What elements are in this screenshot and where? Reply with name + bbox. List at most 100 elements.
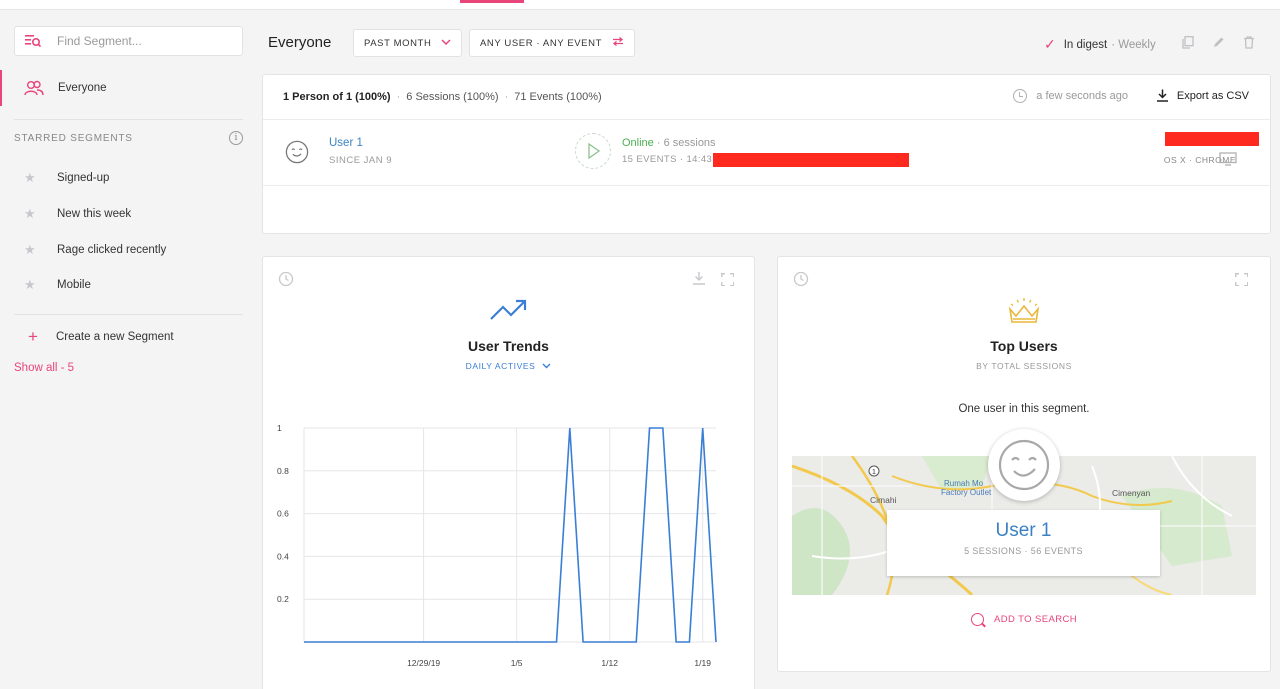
session-status: Online · 6 sessions — [622, 137, 716, 149]
last-updated: a few seconds ago — [1013, 89, 1128, 103]
user-name-link[interactable]: User 1 — [329, 137, 363, 149]
date-filter-label: PAST MONTH — [364, 37, 432, 49]
top-users-card: Top Users BY TOTAL SESSIONS One user in … — [777, 256, 1271, 672]
summary-persons: 1 Person of 1 (100%) — [283, 91, 391, 103]
y-tick-label: 0.8 — [277, 466, 289, 476]
digest-label: In digest — [1063, 38, 1108, 51]
session-count: · 6 sessions — [656, 137, 716, 149]
user-event-filter[interactable]: ANY USER · ANY EVENT — [469, 29, 635, 57]
star-icon: ★ — [24, 277, 36, 292]
starred-segments-header: STARRED SEGMENTS i — [14, 131, 243, 145]
create-segment-label: Create a new Segment — [56, 331, 174, 343]
edit-icon[interactable] — [1212, 36, 1225, 49]
top-user-card[interactable]: User 1 5 SESSIONS · 56 EVENTS — [887, 510, 1160, 576]
smiley-icon — [285, 140, 309, 164]
starred-segment-rage-clicked[interactable]: ★ Rage clicked recently — [24, 240, 166, 260]
starred-segment-label: Rage clicked recently — [57, 244, 167, 256]
user-since: SINCE JAN 9 — [329, 155, 393, 166]
top-bar — [0, 0, 1280, 10]
summary-events: 71 Events (100%) — [514, 91, 602, 103]
divider — [14, 314, 243, 315]
summary-sessions: 6 Sessions (100%) — [406, 91, 499, 103]
divider — [14, 119, 243, 120]
segment-note: One user in this segment. — [958, 403, 1090, 415]
users-icon — [24, 80, 44, 96]
user-row[interactable]: User 1 SINCE JAN 9 Online · 6 sessions 1… — [263, 120, 1270, 186]
redaction-block — [1165, 132, 1259, 146]
top-user-name: User 1 — [995, 520, 1052, 541]
export-label: Export as CSV — [1176, 89, 1249, 102]
trash-icon[interactable] — [1243, 36, 1255, 49]
export-csv-button[interactable]: Export as CSV — [1156, 89, 1249, 102]
info-icon[interactable]: i — [229, 131, 243, 145]
map-label-cimahi: Cimahi — [870, 495, 897, 505]
page-title: Everyone — [268, 34, 332, 51]
active-tab-indicator — [460, 0, 524, 3]
date-filter-dropdown[interactable]: PAST MONTH — [353, 29, 463, 57]
people-card: 1 Person of 1 (100%) · 6 Sessions (100%)… — [262, 74, 1271, 234]
top-users-title: Top Users — [990, 338, 1058, 354]
x-tick-label: 1/5 — [511, 658, 523, 668]
starred-segment-new-this-week[interactable]: ★ New this week — [24, 204, 131, 224]
star-icon: ★ — [24, 242, 36, 257]
y-tick-label: 0.2 — [277, 594, 289, 604]
map-label-rumah: Rumah Mo — [944, 479, 984, 488]
star-icon: ★ — [24, 170, 36, 185]
y-tick-label: 0.4 — [277, 551, 289, 561]
starred-segment-label: Signed-up — [57, 172, 110, 184]
svg-text:1: 1 — [872, 469, 876, 476]
create-segment-button[interactable]: + Create a new Segment — [28, 327, 174, 346]
top-users-subtitle: BY TOTAL SESSIONS — [976, 361, 1072, 371]
starred-segment-label: New this week — [57, 208, 132, 220]
add-to-search-label: ADD TO SEARCH — [994, 614, 1077, 625]
x-tick-label: 12/29/19 — [407, 658, 440, 668]
swap-icon — [612, 36, 624, 49]
event-summary: 15 EVENTS · 14:43 · — [622, 154, 719, 165]
header-actions — [1182, 36, 1255, 49]
crown-icon — [1008, 298, 1040, 323]
segment-everyone[interactable]: Everyone — [0, 70, 243, 106]
user-trends-card: User Trends DAILY ACTIVES 0.2 0.4 0.6 0.8 1 1… — [262, 256, 755, 689]
segment-search-icon — [25, 35, 41, 48]
star-icon: ★ — [24, 206, 36, 221]
play-icon — [588, 142, 601, 160]
download-icon — [1156, 89, 1168, 102]
chevron-down-icon — [441, 38, 451, 49]
clock-icon[interactable] — [793, 271, 809, 287]
top-user-stats: 5 SESSIONS · 56 EVENTS — [964, 546, 1083, 556]
x-tick-label: 1/12 — [601, 658, 618, 668]
redaction-block — [713, 153, 909, 167]
segment-label: Everyone — [58, 82, 107, 94]
user-trends-chart: 0.2 0.4 0.6 0.8 1 12/29/19 1/5 1/12 1/19 — [277, 423, 717, 668]
series-line — [304, 427, 717, 643]
online-status: Online — [622, 137, 654, 149]
segment-search[interactable] — [14, 26, 243, 56]
plus-icon: + — [28, 327, 38, 346]
last-updated-label: a few seconds ago — [1036, 90, 1128, 102]
starred-segment-signed-up[interactable]: ★ Signed-up — [24, 168, 109, 188]
show-all-link[interactable]: Show all - 5 — [14, 362, 74, 374]
search-icon — [971, 613, 984, 626]
starred-segment-mobile[interactable]: ★ Mobile — [24, 275, 91, 295]
smiley-icon — [998, 439, 1050, 491]
desktop-icon — [1219, 152, 1237, 166]
check-icon: ✓ — [1044, 36, 1056, 52]
digest-toggle[interactable]: ✓ In digest · Weekly — [1044, 36, 1156, 53]
user-avatar — [988, 429, 1060, 501]
sidebar: Everyone STARRED SEGMENTS i ★ Signed-up … — [0, 10, 255, 689]
copy-icon[interactable] — [1182, 36, 1194, 49]
add-to-search-button[interactable]: ADD TO SEARCH — [778, 613, 1270, 626]
starred-header-label: STARRED SEGMENTS — [14, 132, 133, 144]
starred-segment-label: Mobile — [57, 279, 91, 291]
map-label-factory: Factory Outlet — [941, 488, 992, 497]
play-session-button[interactable] — [575, 133, 611, 169]
user-filter-label: ANY USER · ANY EVENT — [480, 37, 602, 49]
digest-frequency: · Weekly — [1111, 38, 1156, 51]
clock-icon — [1013, 89, 1028, 103]
y-tick-label: 1 — [277, 423, 282, 433]
search-input[interactable] — [57, 34, 227, 48]
expand-icon[interactable] — [1235, 273, 1248, 286]
y-tick-label: 0.6 — [277, 509, 289, 519]
x-tick-label: 1/19 — [694, 658, 711, 668]
map-label-cimenyan: Cimenyan — [1112, 488, 1151, 498]
